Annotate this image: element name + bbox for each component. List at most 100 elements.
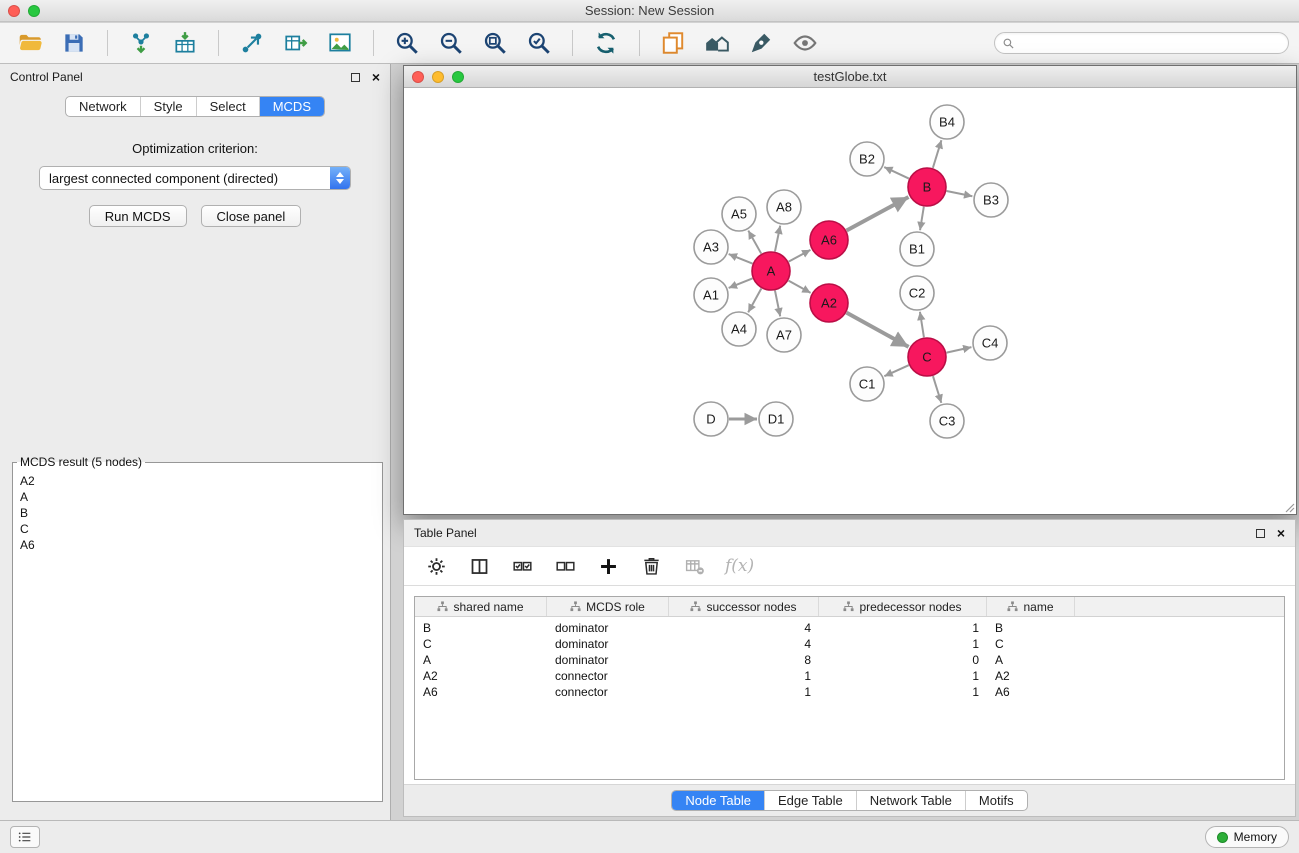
- table-cell[interactable]: 4: [669, 621, 819, 635]
- save-session-button[interactable]: [54, 27, 94, 59]
- node-D1[interactable]: D1: [759, 402, 793, 436]
- resize-grip[interactable]: [1283, 501, 1295, 513]
- table-cell[interactable]: A: [415, 653, 547, 667]
- edge-A6-B[interactable]: [847, 197, 909, 230]
- task-history-button[interactable]: [10, 826, 40, 848]
- tab-mcds[interactable]: MCDS: [259, 97, 324, 116]
- table-cell[interactable]: 1: [819, 685, 987, 699]
- show-details-button[interactable]: [785, 27, 825, 59]
- edge-A-A7[interactable]: [775, 291, 780, 317]
- table-row[interactable]: Adominator80A: [415, 652, 1284, 668]
- node-C1[interactable]: C1: [850, 367, 884, 401]
- node-A2[interactable]: A2: [810, 284, 848, 322]
- tab-style[interactable]: Style: [140, 97, 196, 116]
- mcds-result-item[interactable]: A2: [13, 473, 382, 489]
- table-cell[interactable]: A: [987, 653, 1075, 667]
- zoom-in-button[interactable]: [387, 27, 427, 59]
- table-row[interactable]: Cdominator41C: [415, 636, 1284, 652]
- export-image-button[interactable]: [320, 27, 360, 59]
- node-B1[interactable]: B1: [900, 232, 934, 266]
- node-A7[interactable]: A7: [767, 318, 801, 352]
- table-cell[interactable]: A6: [415, 685, 547, 699]
- table-cell[interactable]: 1: [819, 621, 987, 635]
- table-cell[interactable]: C: [987, 637, 1075, 651]
- edge-A-A6[interactable]: [789, 250, 811, 262]
- tab-network[interactable]: Network: [66, 97, 140, 116]
- table-row[interactable]: Bdominator41B: [415, 620, 1284, 636]
- column-header[interactable]: predecessor nodes: [819, 597, 987, 616]
- table-cell[interactable]: B: [987, 621, 1075, 635]
- column-header[interactable]: shared name: [415, 597, 547, 616]
- node-C4[interactable]: C4: [973, 326, 1007, 360]
- network-canvas-area[interactable]: B4B2BB3A8A5A6A3B1AC2A1A2A4A7C4CC1DD1C3: [404, 88, 1296, 514]
- edge-A2-C[interactable]: [847, 313, 909, 347]
- table-cell[interactable]: dominator: [547, 637, 669, 651]
- node-B[interactable]: B: [908, 168, 946, 206]
- table-cell[interactable]: 1: [669, 685, 819, 699]
- edge-A-A8[interactable]: [775, 226, 780, 252]
- edge-A-A1[interactable]: [729, 278, 753, 288]
- add-column-button[interactable]: [596, 554, 620, 578]
- close-panel-button[interactable]: Close panel: [201, 205, 302, 227]
- search-field[interactable]: [994, 32, 1289, 54]
- node-B4[interactable]: B4: [930, 105, 964, 139]
- column-header[interactable]: MCDS role: [547, 597, 669, 616]
- tab-node-table[interactable]: Node Table: [672, 791, 764, 810]
- split-panel-button[interactable]: [467, 554, 491, 578]
- table-cell[interactable]: 1: [669, 669, 819, 683]
- tab-edge-table[interactable]: Edge Table: [764, 791, 856, 810]
- table-settings-button[interactable]: [424, 554, 448, 578]
- edge-C-C4[interactable]: [947, 347, 972, 353]
- network-canvas[interactable]: B4B2BB3A8A5A6A3B1AC2A1A2A4A7C4CC1DD1C3: [404, 88, 1296, 514]
- table-cell[interactable]: connector: [547, 669, 669, 683]
- apply-layout-button[interactable]: [586, 27, 626, 59]
- table-cell[interactable]: A6: [987, 685, 1075, 699]
- open-session-button[interactable]: [10, 27, 50, 59]
- table-close-panel-icon[interactable]: ×: [1277, 526, 1285, 540]
- function-builder-button[interactable]: f(x): [725, 556, 754, 576]
- edge-A-A2[interactable]: [789, 281, 811, 293]
- edge-B-B4[interactable]: [933, 140, 942, 168]
- table-row[interactable]: A6connector11A6: [415, 684, 1284, 700]
- edge-A-A3[interactable]: [729, 254, 753, 264]
- node-A1[interactable]: A1: [694, 278, 728, 312]
- tab-motifs[interactable]: Motifs: [965, 791, 1027, 810]
- network-window-titlebar[interactable]: testGlobe.txt: [404, 66, 1296, 88]
- copy-network-button[interactable]: [653, 27, 693, 59]
- node-A8[interactable]: A8: [767, 190, 801, 224]
- annotation-pen-button[interactable]: [741, 27, 781, 59]
- edge-C-C1[interactable]: [884, 365, 908, 376]
- zoom-fit-button[interactable]: [475, 27, 515, 59]
- table-cell[interactable]: C: [415, 637, 547, 651]
- table-cell[interactable]: connector: [547, 685, 669, 699]
- zoom-out-button[interactable]: [431, 27, 471, 59]
- select-all-button[interactable]: [510, 554, 534, 578]
- node-C3[interactable]: C3: [930, 404, 964, 438]
- mcds-result-item[interactable]: C: [13, 521, 382, 537]
- table-cell[interactable]: A2: [987, 669, 1075, 683]
- column-header[interactable]: successor nodes: [669, 597, 819, 616]
- table-float-panel-icon[interactable]: [1256, 529, 1265, 538]
- table-cell[interactable]: dominator: [547, 653, 669, 667]
- edge-C-C2[interactable]: [920, 312, 924, 337]
- deselect-all-button[interactable]: [553, 554, 577, 578]
- node-C[interactable]: C: [908, 338, 946, 376]
- table-cell[interactable]: 4: [669, 637, 819, 651]
- node-A[interactable]: A: [752, 252, 790, 290]
- delete-table-button[interactable]: [682, 554, 706, 578]
- tab-network-table[interactable]: Network Table: [856, 791, 965, 810]
- table-cell[interactable]: B: [415, 621, 547, 635]
- table-row[interactable]: A2connector11A2: [415, 668, 1284, 684]
- edge-B-B3[interactable]: [947, 191, 973, 196]
- node-A3[interactable]: A3: [694, 230, 728, 264]
- edge-B-B2[interactable]: [884, 167, 909, 179]
- zoom-selected-button[interactable]: [519, 27, 559, 59]
- edge-B-B1[interactable]: [920, 207, 924, 230]
- node-A4[interactable]: A4: [722, 312, 756, 346]
- table-cell[interactable]: dominator: [547, 621, 669, 635]
- run-mcds-button[interactable]: Run MCDS: [89, 205, 187, 227]
- home-view-button[interactable]: [697, 27, 737, 59]
- tab-select[interactable]: Select: [196, 97, 259, 116]
- table-cell[interactable]: 8: [669, 653, 819, 667]
- export-table-button[interactable]: [276, 27, 316, 59]
